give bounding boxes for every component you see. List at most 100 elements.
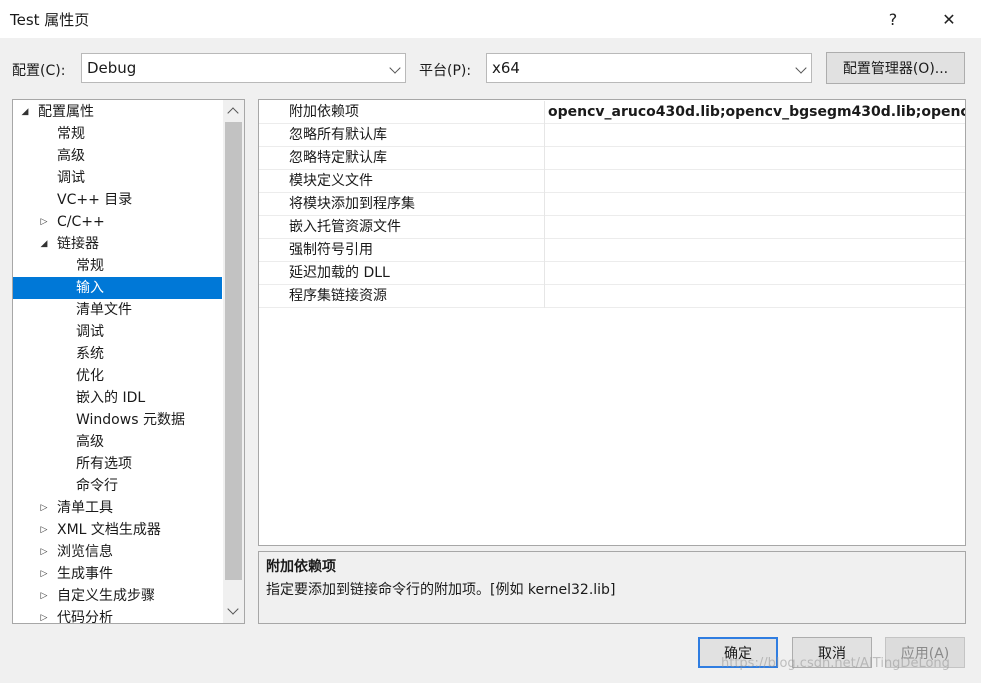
tree-item-label: 代码分析 bbox=[57, 610, 113, 624]
tree-item-label: 清单文件 bbox=[76, 302, 132, 318]
tree-item[interactable]: ▷ C/C++ bbox=[13, 211, 222, 233]
window-title: Test 属性页 bbox=[10, 11, 90, 29]
chevron-up-icon bbox=[227, 107, 239, 119]
tree-item[interactable]: ▷ 自定义生成步骤 bbox=[13, 585, 222, 607]
config-label: 配置(C): bbox=[12, 63, 66, 79]
collapsed-arrow-icon[interactable]: ▷ bbox=[38, 211, 50, 233]
config-value: Debug bbox=[87, 59, 137, 77]
tree-scrollbar[interactable] bbox=[223, 100, 244, 623]
tree-item[interactable]: 调试 bbox=[13, 321, 222, 343]
column-divider bbox=[544, 193, 545, 216]
tree-item-label: 所有选项 bbox=[76, 456, 132, 472]
column-divider bbox=[544, 285, 545, 308]
property-value[interactable] bbox=[548, 124, 965, 146]
tree-item[interactable]: ▷ XML 文档生成器 bbox=[13, 519, 222, 541]
tree-item[interactable]: 高级 bbox=[13, 145, 222, 167]
platform-value: x64 bbox=[492, 59, 520, 77]
property-row[interactable]: 强制符号引用 bbox=[259, 239, 965, 262]
scrollbar-thumb[interactable] bbox=[225, 122, 242, 580]
property-row[interactable]: 附加依赖项 opencv_aruco430d.lib;opencv_bgsegm4… bbox=[259, 101, 965, 124]
property-name: 延迟加载的 DLL bbox=[289, 265, 390, 281]
tree-item[interactable]: 调试 bbox=[13, 167, 222, 189]
tree-item[interactable]: ▷ 代码分析 bbox=[13, 607, 222, 624]
scroll-down-button[interactable] bbox=[223, 601, 244, 623]
title-bar: Test 属性页 ? ✕ bbox=[0, 0, 981, 38]
property-row[interactable]: 嵌入托管资源文件 bbox=[259, 216, 965, 239]
tree-item[interactable]: 所有选项 bbox=[13, 453, 222, 475]
tree-item-label: 高级 bbox=[76, 434, 104, 450]
property-name: 嵌入托管资源文件 bbox=[289, 219, 401, 235]
tree-item[interactable]: Windows 元数据 bbox=[13, 409, 222, 431]
tree-item[interactable]: 输入 bbox=[13, 277, 222, 299]
collapsed-arrow-icon[interactable]: ▷ bbox=[38, 541, 50, 563]
help-button[interactable]: ? bbox=[870, 0, 916, 38]
scroll-up-button[interactable] bbox=[223, 100, 244, 122]
tree-item-label: 常规 bbox=[57, 126, 85, 142]
tree-item[interactable]: ▷ 生成事件 bbox=[13, 563, 222, 585]
collapsed-arrow-icon[interactable]: ▷ bbox=[38, 519, 50, 541]
property-value[interactable] bbox=[548, 239, 965, 261]
tree-item[interactable]: 常规 bbox=[13, 123, 222, 145]
property-row[interactable]: 将模块添加到程序集 bbox=[259, 193, 965, 216]
platform-label: 平台(P): bbox=[419, 63, 472, 79]
config-manager-button[interactable]: 配置管理器(O)... bbox=[826, 52, 965, 84]
expanded-arrow-icon[interactable]: ◢ bbox=[19, 101, 31, 123]
property-row[interactable]: 忽略特定默认库 bbox=[259, 147, 965, 170]
tree-item-label: 命令行 bbox=[76, 478, 118, 494]
tree-item[interactable]: ◢ 链接器 bbox=[13, 233, 222, 255]
property-row[interactable]: 模块定义文件 bbox=[259, 170, 965, 193]
close-icon: ✕ bbox=[942, 9, 956, 29]
collapsed-arrow-icon[interactable]: ▷ bbox=[38, 497, 50, 519]
expanded-arrow-icon[interactable]: ◢ bbox=[38, 233, 50, 255]
property-row[interactable]: 忽略所有默认库 bbox=[259, 124, 965, 147]
property-row[interactable]: 延迟加载的 DLL bbox=[259, 262, 965, 285]
property-value[interactable] bbox=[548, 262, 965, 284]
tree-item-label: 嵌入的 IDL bbox=[76, 390, 146, 406]
tree-item-label: 常规 bbox=[76, 258, 104, 274]
tree-item[interactable]: 常规 bbox=[13, 255, 222, 277]
tree-item[interactable]: 优化 bbox=[13, 365, 222, 387]
tree-item[interactable]: ▷ 浏览信息 bbox=[13, 541, 222, 563]
tree-item-label: 优化 bbox=[76, 368, 104, 384]
config-combobox[interactable]: Debug bbox=[81, 53, 406, 83]
property-row[interactable]: 程序集链接资源 bbox=[259, 285, 965, 308]
chevron-down-icon bbox=[389, 62, 401, 74]
chevron-down-icon bbox=[227, 603, 239, 615]
platform-combobox[interactable]: x64 bbox=[486, 53, 812, 83]
close-button[interactable]: ✕ bbox=[926, 0, 972, 38]
tree-item[interactable]: ▷ 清单工具 bbox=[13, 497, 222, 519]
tree-item[interactable]: 清单文件 bbox=[13, 299, 222, 321]
property-value[interactable] bbox=[548, 170, 965, 192]
property-value[interactable]: opencv_aruco430d.lib;opencv_bgsegm430d.l… bbox=[548, 101, 965, 123]
property-value[interactable] bbox=[548, 147, 965, 169]
property-value[interactable] bbox=[548, 193, 965, 215]
property-name: 忽略所有默认库 bbox=[289, 127, 387, 143]
collapsed-arrow-icon[interactable]: ▷ bbox=[38, 585, 50, 607]
column-divider bbox=[544, 239, 545, 262]
collapsed-arrow-icon[interactable]: ▷ bbox=[38, 607, 50, 623]
tree-item[interactable]: 命令行 bbox=[13, 475, 222, 497]
tree-item[interactable]: 嵌入的 IDL bbox=[13, 387, 222, 409]
tree-item-label: 链接器 bbox=[57, 236, 99, 252]
tree-item[interactable]: VC++ 目录 bbox=[13, 189, 222, 211]
help-icon: ? bbox=[888, 9, 898, 29]
column-divider bbox=[544, 216, 545, 239]
tree-item-label: VC++ 目录 bbox=[57, 192, 133, 208]
property-name: 模块定义文件 bbox=[289, 173, 373, 189]
tree-item[interactable]: ◢ 配置属性 bbox=[13, 101, 222, 123]
tree-item-label: 生成事件 bbox=[57, 566, 113, 582]
property-value[interactable] bbox=[548, 216, 965, 238]
column-divider bbox=[544, 262, 545, 285]
tree-item[interactable]: 系统 bbox=[13, 343, 222, 365]
tree-item[interactable]: 高级 bbox=[13, 431, 222, 453]
collapsed-arrow-icon[interactable]: ▷ bbox=[38, 563, 50, 585]
property-value[interactable] bbox=[548, 285, 965, 307]
tree-item-label: 输入 bbox=[76, 280, 104, 296]
property-grid: 附加依赖项 opencv_aruco430d.lib;opencv_bgsegm4… bbox=[258, 99, 966, 546]
